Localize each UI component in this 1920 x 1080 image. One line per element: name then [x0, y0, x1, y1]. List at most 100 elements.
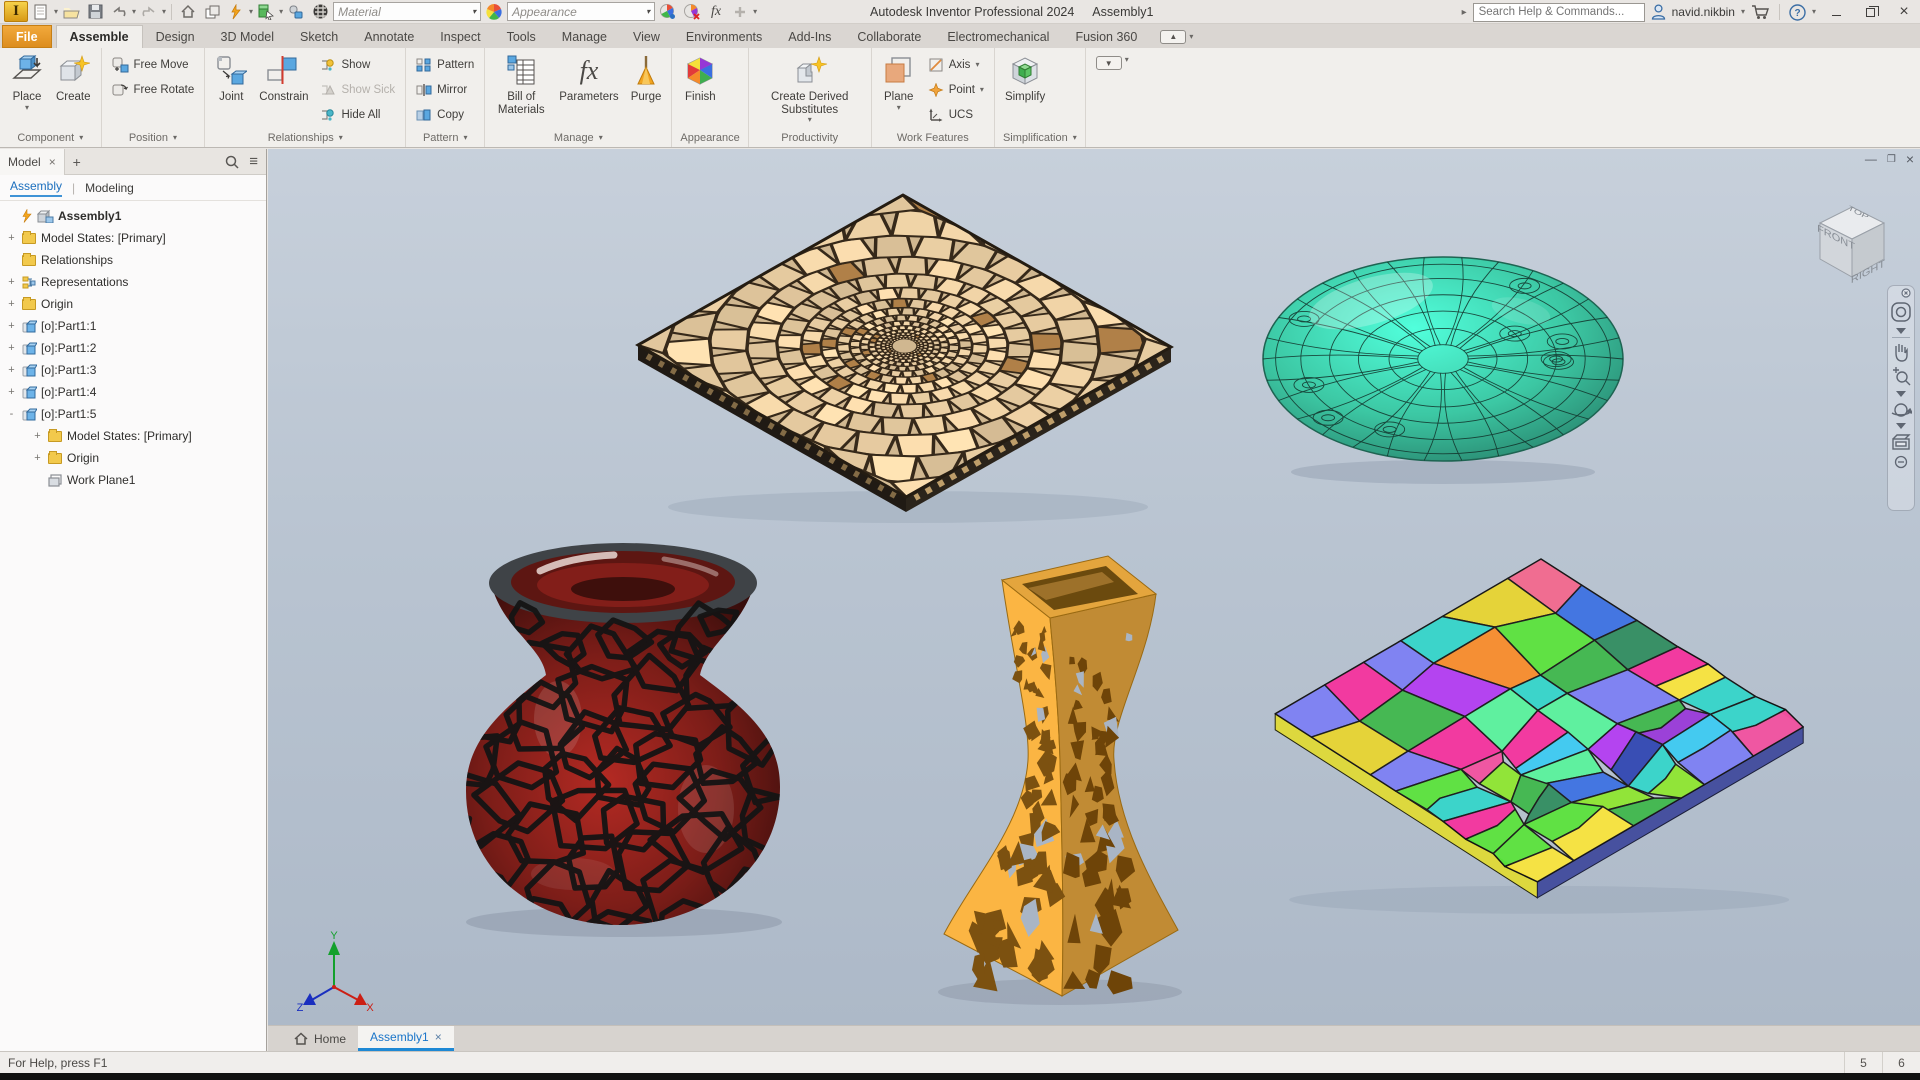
show-button[interactable]: Show: [315, 52, 400, 77]
help-icon[interactable]: ?: [1789, 4, 1806, 21]
view-cube[interactable]: TOP FRONT RIGHT: [1806, 193, 1898, 289]
expander-icon[interactable]: +: [32, 452, 43, 464]
user-menu-caret-icon[interactable]: ▾: [1741, 8, 1745, 16]
adjust-appearance-button[interactable]: [657, 2, 679, 22]
pattern-button[interactable]: Pattern: [411, 52, 479, 77]
model-voronoi-tower[interactable]: [910, 544, 1210, 1014]
place-button[interactable]: Place ▾: [5, 51, 49, 128]
plane-button[interactable]: Plane ▾: [877, 51, 921, 128]
render-sphere-icon[interactable]: [309, 2, 331, 22]
group-label-manage[interactable]: Manage▾: [485, 128, 671, 147]
home-button[interactable]: [177, 2, 199, 22]
expander-icon[interactable]: +: [6, 320, 17, 332]
undo-caret-icon[interactable]: ▾: [132, 8, 136, 16]
tab-file[interactable]: File: [2, 25, 52, 48]
create-button[interactable]: Create: [51, 51, 96, 128]
tab-environments[interactable]: Environments: [673, 25, 775, 48]
axis-button[interactable]: Axis▾: [923, 52, 989, 77]
clear-appearance-button[interactable]: [681, 2, 703, 22]
new-file-button[interactable]: [30, 2, 52, 22]
tab-3d-model[interactable]: 3D Model: [208, 25, 288, 48]
group-label-simplification[interactable]: Simplification▾: [995, 128, 1085, 147]
minimize-button[interactable]: [1822, 1, 1850, 23]
help-caret-icon[interactable]: ▾: [1812, 8, 1816, 16]
bill-of-materials-button[interactable]: Bill of Materials: [490, 51, 552, 128]
tab-add-ins[interactable]: Add-Ins: [775, 25, 844, 48]
doc-tab-close-icon[interactable]: ×: [435, 1030, 442, 1044]
navbar-more-icon[interactable]: [1894, 455, 1908, 469]
insert-constrain-button[interactable]: [285, 2, 307, 22]
undo-button[interactable]: [108, 2, 130, 22]
parameters-quick-icon[interactable]: fx: [705, 2, 727, 22]
navigation-wheel-icon[interactable]: [1890, 301, 1912, 325]
doc-tab-assembly1[interactable]: Assembly1 ×: [358, 1026, 454, 1051]
iproperties-caret-icon[interactable]: ▾: [249, 8, 253, 16]
tree-item-work-plane1[interactable]: Work Plane1: [6, 469, 266, 491]
add-browser-tab-button[interactable]: +: [65, 154, 89, 170]
look-at-icon[interactable]: [1890, 432, 1912, 452]
free-rotate-button[interactable]: Free Rotate: [107, 77, 200, 102]
pan-hand-icon[interactable]: [1891, 341, 1911, 363]
new-file-caret-icon[interactable]: ▾: [54, 8, 58, 16]
model-voronoi-vase[interactable]: [408, 479, 838, 939]
orbit-caret-icon[interactable]: [1896, 423, 1906, 429]
ucs-button[interactable]: UCS: [923, 102, 989, 127]
tree-item-part1-5[interactable]: - [o]:Part1:5: [6, 403, 266, 425]
doc-restore-icon[interactable]: ❐: [1887, 154, 1896, 165]
tree-item-relationships[interactable]: Relationships: [6, 249, 266, 271]
tree-item-part1-3[interactable]: + [o]:Part1:3: [6, 359, 266, 381]
browser-tab-model[interactable]: Model ×: [0, 149, 65, 175]
browser-menu-icon[interactable]: ≡: [249, 153, 258, 170]
expander-icon[interactable]: +: [6, 386, 17, 398]
browser-tab-close-icon[interactable]: ×: [49, 155, 56, 169]
redo-caret-icon[interactable]: ▾: [162, 8, 166, 16]
tab-tools[interactable]: Tools: [494, 25, 549, 48]
ribbon-collapse-caret-icon[interactable]: ▾: [1125, 56, 1129, 64]
save-button[interactable]: [84, 2, 106, 22]
cart-icon[interactable]: [1751, 4, 1770, 20]
tab-manage[interactable]: Manage: [549, 25, 620, 48]
tab-electromechanical[interactable]: Electromechanical: [934, 25, 1062, 48]
customize-qat-caret-icon[interactable]: ▾: [753, 8, 757, 16]
doc-tab-home[interactable]: Home: [282, 1026, 358, 1051]
model-voronoi-color-plate[interactable]: [1263, 549, 1823, 919]
select-caret-icon[interactable]: ▾: [279, 8, 283, 16]
navbar-close-icon[interactable]: [1890, 288, 1912, 298]
group-label-work-features[interactable]: Work Features: [872, 128, 994, 147]
wheel-caret-icon[interactable]: [1896, 328, 1906, 334]
group-label-productivity[interactable]: Productivity: [749, 128, 871, 147]
tree-item-model-states[interactable]: + Model States: [Primary]: [6, 227, 266, 249]
group-label-component[interactable]: Component▾: [0, 128, 101, 147]
ribbon-collapse-button[interactable]: ▼: [1096, 56, 1122, 70]
appearance-combo[interactable]: Appearance▾: [507, 2, 655, 21]
zoom-caret-icon[interactable]: [1896, 391, 1906, 397]
constrain-button[interactable]: Constrain: [254, 51, 313, 128]
expander-icon[interactable]: +: [6, 276, 17, 288]
redo-button[interactable]: [138, 2, 160, 22]
expander-icon[interactable]: +: [6, 364, 17, 376]
tab-fusion-360[interactable]: Fusion 360: [1062, 25, 1150, 48]
copy-button[interactable]: Copy: [411, 102, 479, 127]
material-combo[interactable]: Material▾: [333, 2, 481, 21]
group-label-relationships[interactable]: Relationships▾: [205, 128, 405, 147]
tab-sketch[interactable]: Sketch: [287, 25, 351, 48]
group-label-appearance[interactable]: Appearance: [672, 128, 747, 147]
tree-item-part1-5-origin[interactable]: + Origin: [6, 447, 266, 469]
parameters-button[interactable]: fx Parameters: [554, 51, 623, 128]
inventor-logo-icon[interactable]: I: [4, 1, 28, 22]
doc-close-icon[interactable]: ×: [1906, 151, 1914, 167]
tab-design[interactable]: Design: [143, 25, 208, 48]
tree-item-origin[interactable]: + Origin: [6, 293, 266, 315]
ribbon-appearance-icon[interactable]: ▲: [1160, 30, 1186, 44]
mirror-button[interactable]: Mirror: [411, 77, 479, 102]
joint-button[interactable]: Joint: [210, 51, 252, 128]
close-button[interactable]: ×: [1890, 1, 1918, 23]
doc-minimize-icon[interactable]: —: [1865, 152, 1877, 166]
simplify-button[interactable]: Simplify: [1000, 51, 1050, 128]
tab-view[interactable]: View: [620, 25, 673, 48]
create-derived-substitutes-button[interactable]: Create Derived Substitutes ▾: [754, 51, 866, 128]
3d-viewport[interactable]: — ❐ × TOP FRONT RIGHT Y X: [268, 149, 1920, 1025]
tree-item-part1-5-model-states[interactable]: + Model States: [Primary]: [6, 425, 266, 447]
tab-assemble[interactable]: Assemble: [56, 25, 143, 48]
free-move-button[interactable]: Free Move: [107, 52, 200, 77]
